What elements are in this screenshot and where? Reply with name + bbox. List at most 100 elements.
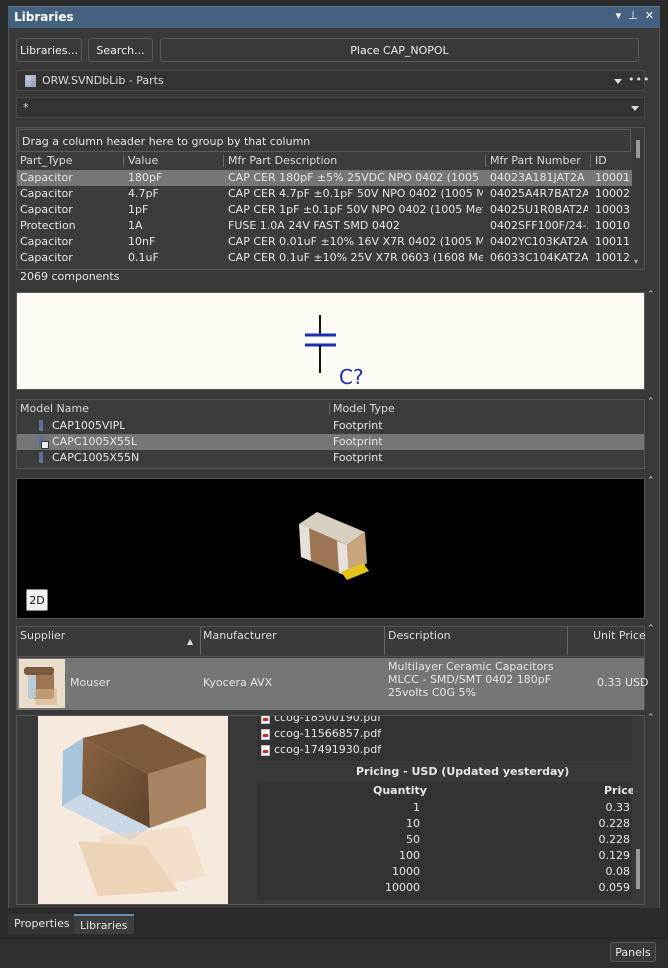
current-model-check-icon [41,441,49,449]
description-line-3: 25volts C0G 5% [388,686,476,699]
description-line-1: Multilayer Ceramic Capacitors [388,660,554,673]
part-thumbnail [19,659,65,708]
collapse-icon[interactable]: ⌃ [647,624,655,634]
chevron-down-icon[interactable] [614,79,622,84]
panel-titlebar[interactable]: Libraries ▾ ⊥ ✕ [8,6,660,28]
pdf-icon [261,728,270,740]
table-cell: FUSE 1.0A 24V FAST SMD 0402 [228,219,400,232]
details-scrollbar[interactable] [633,716,643,904]
collapse-icon[interactable]: ⌃ [647,290,655,300]
collapse-icon[interactable]: ⌃ [647,397,655,407]
model-row[interactable]: CAPC1005X55N Footprint [17,450,644,466]
chevron-down-icon[interactable] [631,106,639,111]
library-selector[interactable]: ORW.SVNDbLib - Parts ••• [16,70,649,91]
group-by-area[interactable]: Drag a column header here to group by th… [18,129,631,152]
tab-properties[interactable]: Properties [8,914,76,934]
footprint-icon [39,420,43,431]
price-value: 0.129 [598,849,631,862]
designator-label: C? [339,365,364,389]
chip-photo-image [62,724,206,896]
collapse-icon[interactable]: ⌃ [647,713,655,723]
col-description[interactable]: Description [388,629,451,642]
tab-libraries[interactable]: Libraries [74,914,134,934]
supplier-row[interactable]: Mouser Kyocera AVX Multilayer Ceramic Ca… [17,658,649,710]
price-value: 0.228 [598,833,631,846]
model-type: Footprint [333,419,383,432]
col-unit-price[interactable]: Unit Price [593,629,646,642]
scroll-thumb[interactable] [636,140,640,158]
price-value: 0.228 [598,817,631,830]
col-model-type[interactable]: Model Type [333,402,395,415]
table-cell: 04023A181JAT2A [490,171,585,184]
table-cell: 0402SFF100F/24-2 [490,219,588,232]
table-cell: Capacitor [20,203,73,216]
filter-value: * [23,101,29,114]
table-cell: 10003 [595,203,630,216]
pdf-icon [261,716,270,724]
col-part-type[interactable]: Part_Type [20,154,72,167]
datasheet-filename: ccog-17491930.pdf [274,743,382,756]
col-value[interactable]: Value [128,154,158,167]
datasheet-link[interactable]: ccog-18500190.pdf [261,716,381,724]
search-button[interactable]: Search... [88,38,153,62]
col-price: Price [604,784,636,797]
datasheet-link[interactable]: ccog-11566857.pdf [261,727,381,740]
panel-tabs: Properties Libraries [8,914,660,934]
table-row[interactable]: Capacitor 4.7pF CAP CER 4.7pF ±0.1pF 50V N… [17,186,632,202]
table-row[interactable]: Protection 1A FUSE 1.0A 24V FAST SMD 0402 0… [17,218,632,234]
col-description[interactable]: Mfr Part Description [228,154,337,167]
model-row[interactable]: CAP1005VIPL Footprint [17,418,644,434]
suppliers-header: Supplier ▲ Manufacturer Description Unit… [17,627,646,657]
pin-icon[interactable]: ⊥ [628,9,638,22]
table-cell: 4.7pF [128,187,159,200]
price-break-row: 10000 0.059 [257,880,632,896]
table-row[interactable]: Capacitor 180pF CAP CER 180pF ±5% 25VDC NP… [17,170,632,186]
table-cell: 04025A4R7BAT2A [490,187,588,200]
model-row[interactable]: CAPC1005X55L Footprint [17,434,644,450]
table-cell: Protection [20,219,76,232]
model-type: Footprint [333,435,383,448]
toggle-2d-button[interactable]: 2D [26,589,48,611]
parts-scrollbar[interactable]: ▾ [633,130,643,269]
more-icon[interactable]: ••• [628,73,650,86]
model-name: CAP1005VIPL [52,419,126,432]
table-cell: 0.1uF [128,251,159,264]
col-supplier[interactable]: Supplier [20,629,65,642]
price-quantity: 1 [413,801,420,814]
col-quantity: Quantity [373,784,427,797]
parts-header: Part_Type Value Mfr Part Description Mfr… [17,153,632,169]
price-quantity: 10000 [385,881,420,894]
capacitor-symbol [305,315,336,373]
table-row[interactable]: Capacitor 0.1uF CAP CER 0.1uF ±10% 25V X7R… [17,250,632,266]
price-value: 0.059 [598,881,631,894]
table-row[interactable]: Capacitor 1pF CAP CER 1pF ±0.1pF 50V NPO 0… [17,202,632,218]
unit-price: 0.33 USD [597,676,649,689]
price-break-row: 50 0.228 [257,832,632,848]
suppliers-grid: Supplier ▲ Manufacturer Description Unit… [16,626,649,710]
col-model-name[interactable]: Model Name [20,402,89,415]
table-cell: CAP CER 180pF ±5% 25VDC NPO 0402 (1005 M… [228,171,483,184]
collapse-icon[interactable]: ⌃ [647,476,655,486]
datasheet-link[interactable]: ccog-17491930.pdf [261,743,381,756]
supplier-name: Mouser [70,676,111,689]
col-id[interactable]: ID [595,154,607,167]
dropdown-icon[interactable]: ▾ [616,9,622,22]
table-cell: 10010 [595,219,630,232]
scroll-down-icon[interactable]: ▾ [634,257,638,266]
col-manufacturer[interactable]: Manufacturer [203,629,277,642]
close-icon[interactable]: ✕ [645,9,654,22]
sort-icon: ▲ [187,637,194,646]
table-cell: CAP CER 0.1uF ±10% 25V X7R 0603 (1608 Me… [228,251,483,264]
symbol-preview: C? [16,292,645,390]
scroll-thumb[interactable] [636,849,640,889]
table-cell: 04025U1R0BAT2A [490,203,588,216]
model-name: CAPC1005X55L [52,435,138,448]
model-3d-view[interactable]: 2D [16,478,645,619]
col-part-number[interactable]: Mfr Part Number [490,154,581,167]
panels-button[interactable]: Panels [610,942,656,962]
price-break-row: 1 0.33 [257,800,632,816]
libraries-button[interactable]: Libraries... [16,38,82,62]
place-button[interactable]: Place CAP_NOPOL [160,38,639,62]
filter-input[interactable]: * [16,97,645,118]
table-row[interactable]: Capacitor 10nF CAP CER 0.01uF ±10% 16V X7R… [17,234,632,250]
